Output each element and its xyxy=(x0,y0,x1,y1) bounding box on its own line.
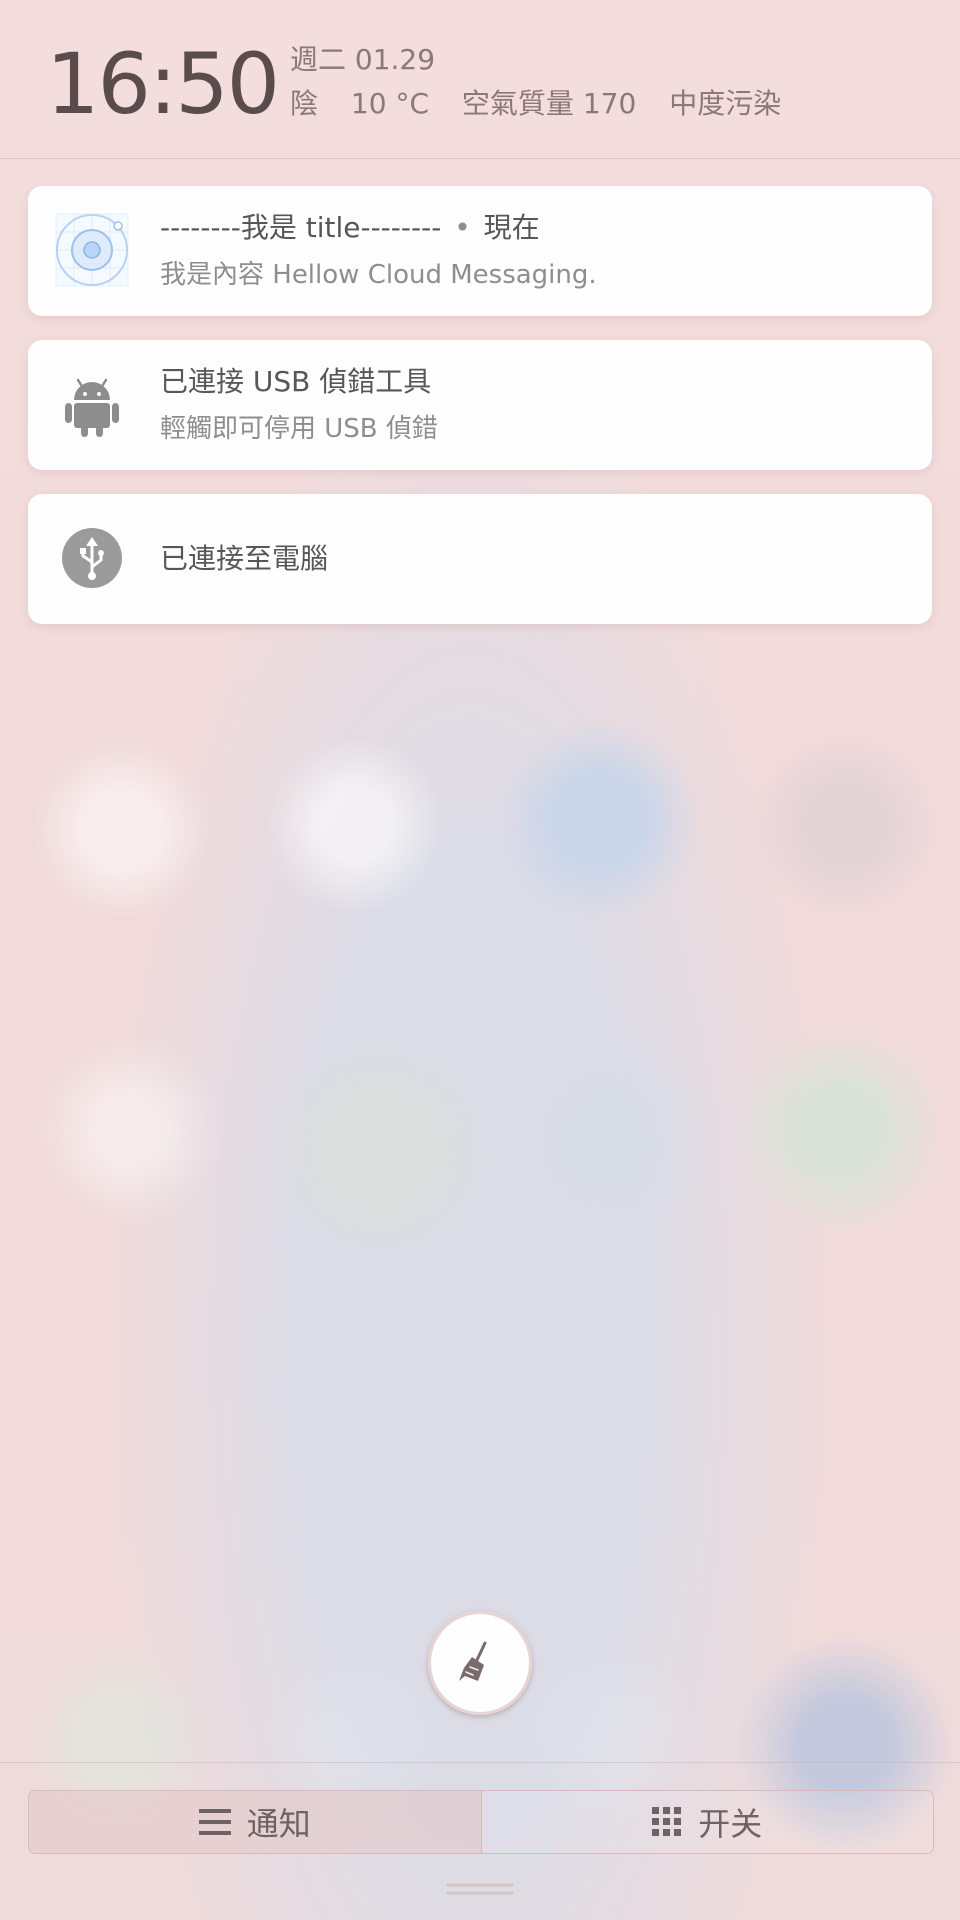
notification-body: 輕觸即可停用 USB 偵錯 xyxy=(160,414,438,444)
drag-handle[interactable] xyxy=(446,1878,514,1900)
date-text: 週二 01.29 xyxy=(290,43,436,76)
clock: 16:50 xyxy=(46,35,280,133)
tab-toggles[interactable]: 开关 xyxy=(482,1791,934,1853)
pollution-level: 中度污染 xyxy=(669,87,782,120)
temperature: 10 °C xyxy=(350,87,430,120)
weather-info: 陰 10 °C 空氣質量 170 中度污染 xyxy=(290,87,805,121)
tab-notifications[interactable]: 通知 xyxy=(29,1791,482,1853)
bottom-tabs: 通知 开关 xyxy=(28,1790,934,1854)
weather-condition: 陰 xyxy=(290,87,319,120)
list-icon xyxy=(198,1809,231,1835)
tab-notifications-label: 通知 xyxy=(246,1805,311,1843)
notification-card-2[interactable]: 已連接 USB 偵錯工具 輕觸即可停用 USB 偵錯 xyxy=(28,340,932,470)
broom-icon xyxy=(459,1641,487,1681)
app-icon xyxy=(55,213,129,287)
bottom-divider xyxy=(0,1762,960,1763)
notification-title: 已連接 USB 偵錯工具 xyxy=(160,365,432,398)
air-quality: 空氣質量 170 xyxy=(461,87,637,120)
notification-body: 我是內容 Hellow Cloud Messaging. xyxy=(160,260,597,290)
tab-toggles-label: 开关 xyxy=(698,1805,763,1843)
notification-card-1[interactable]: --------我是 title-------- • 現在 我是內容 Hello… xyxy=(28,186,932,316)
android-icon xyxy=(65,378,119,437)
notification-title: 已連接至電腦 xyxy=(160,542,329,575)
notification-time: 現在 xyxy=(483,211,540,244)
notification-header: 16:50 週二 01.29 陰 10 °C 空氣質量 170 中度污染 xyxy=(0,0,960,159)
notification-title: --------我是 title-------- xyxy=(160,211,442,244)
notification-title-row: --------我是 title-------- • 現在 xyxy=(160,210,540,246)
notification-card-3[interactable]: 已連接至電腦 xyxy=(28,494,932,624)
time-separator: • xyxy=(454,211,471,244)
clear-notifications-button[interactable] xyxy=(428,1611,532,1715)
usb-icon xyxy=(62,528,122,588)
grid-icon xyxy=(652,1807,682,1836)
